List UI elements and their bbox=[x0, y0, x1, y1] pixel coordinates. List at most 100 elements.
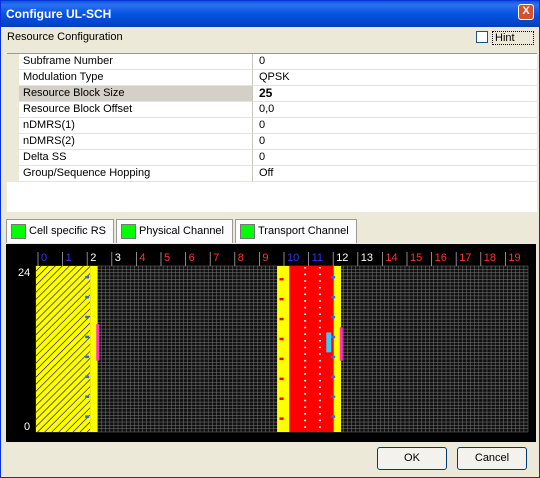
row-gutter bbox=[7, 150, 19, 166]
red-block-dot bbox=[318, 426, 321, 428]
property-row[interactable]: Group/Sequence Hopping Off bbox=[7, 166, 537, 182]
resource-grid-chart: 0 1 2 3 4 5 6 7 8 9 10 11 12 13 14 15 16 17 18 19240 bbox=[18, 252, 529, 433]
red-block-dot bbox=[318, 320, 321, 322]
legend-swatch bbox=[240, 224, 255, 239]
configure-ulsch-dialog: Configure UL-SCH X Resource Configuratio… bbox=[0, 0, 540, 478]
red-block-dot bbox=[318, 286, 321, 289]
property-grid: Subframe Number 0 Modulation Type QPSK Resou… bbox=[7, 53, 537, 212]
symbol-label: 10 bbox=[287, 252, 299, 264]
symbol-label: 4 bbox=[139, 252, 145, 264]
row-gutter bbox=[7, 102, 19, 118]
red-block-dot bbox=[304, 386, 307, 389]
red-block-dot bbox=[318, 273, 321, 276]
property-name: Subframe Number bbox=[19, 54, 253, 70]
ref-signal-marker bbox=[279, 337, 284, 341]
red-block-dot bbox=[318, 379, 321, 382]
cancel-button[interactable]: Cancel bbox=[457, 447, 527, 470]
property-row[interactable]: nDMRS(1) 0 bbox=[7, 118, 537, 134]
red-block-dot bbox=[318, 366, 321, 369]
ok-button[interactable]: OK bbox=[377, 447, 447, 470]
close-button[interactable]: X bbox=[518, 4, 534, 20]
property-row[interactable]: Subframe Number 0 bbox=[7, 54, 537, 70]
legend-tab[interactable]: Cell specific RS bbox=[6, 219, 114, 243]
property-name: nDMRS(1) bbox=[19, 118, 253, 134]
ref-signal-marker bbox=[279, 397, 284, 400]
cyan-marker bbox=[326, 332, 332, 353]
property-row[interactable]: Resource Block Size 25 bbox=[7, 86, 537, 102]
symbol-label: 16 bbox=[435, 252, 447, 264]
property-value[interactable]: QPSK bbox=[253, 70, 537, 86]
symbol-label: 2 bbox=[90, 252, 96, 264]
red-block-dot bbox=[304, 293, 307, 296]
red-block-dot bbox=[318, 326, 321, 329]
property-name: Delta SS bbox=[19, 150, 253, 166]
red-block-dot bbox=[304, 406, 307, 408]
red-block-dot bbox=[318, 346, 321, 349]
red-block-dot bbox=[318, 280, 321, 282]
red-block-dot bbox=[304, 413, 307, 415]
red-block-dot bbox=[304, 333, 307, 335]
title-bar[interactable]: Configure UL-SCH X bbox=[1, 1, 539, 27]
close-icon: X bbox=[522, 5, 530, 17]
ref-signal-marker bbox=[85, 275, 90, 279]
property-row[interactable]: nDMRS(2) 0 bbox=[7, 134, 537, 150]
symbol-label: 5 bbox=[164, 252, 170, 264]
hint-checkbox-box[interactable] bbox=[476, 31, 488, 43]
ref-signal-marker bbox=[85, 355, 90, 359]
hatched-region bbox=[36, 266, 91, 432]
red-block-dot bbox=[304, 340, 307, 342]
property-value[interactable]: 0 bbox=[253, 134, 537, 150]
red-block-dot bbox=[304, 273, 307, 276]
property-row[interactable]: Resource Block Offset 0,0 bbox=[7, 102, 537, 118]
red-block-dot bbox=[304, 373, 307, 375]
property-name: Group/Sequence Hopping bbox=[19, 166, 253, 182]
red-block-dot bbox=[304, 393, 307, 395]
property-value[interactable]: Off bbox=[253, 166, 537, 182]
y-axis-bottom-label: 0 bbox=[24, 421, 30, 433]
red-block-dot bbox=[318, 399, 321, 402]
resource-configuration-header: Resource Configuration Hint bbox=[1, 27, 539, 49]
property-value[interactable]: 0 bbox=[253, 54, 537, 70]
row-gutter bbox=[7, 166, 19, 182]
symbol-label: 12 bbox=[336, 252, 348, 264]
symbol-label: 11 bbox=[312, 252, 323, 264]
symbol-label: 8 bbox=[238, 252, 244, 264]
window-title: Configure UL-SCH bbox=[6, 7, 112, 21]
ref-signal-marker bbox=[279, 317, 284, 321]
ref-signal-marker bbox=[279, 297, 284, 301]
red-block-dot bbox=[318, 306, 321, 309]
red-block-dot bbox=[318, 386, 321, 389]
red-block-dot bbox=[304, 320, 307, 322]
ref-signal-marker bbox=[331, 275, 336, 279]
red-block-dot bbox=[304, 267, 307, 269]
ref-signal-marker bbox=[279, 417, 284, 420]
property-value[interactable]: 0 bbox=[253, 118, 537, 134]
red-block-dot bbox=[318, 293, 321, 296]
legend-tab[interactable]: Transport Channel bbox=[235, 219, 357, 243]
ref-signal-marker bbox=[279, 277, 284, 281]
ref-signal-marker bbox=[331, 315, 336, 319]
property-value[interactable]: 25 bbox=[253, 86, 537, 102]
row-gutter bbox=[7, 86, 19, 102]
symbol-label: 15 bbox=[410, 252, 422, 264]
property-row[interactable]: Delta SS 0 bbox=[7, 150, 537, 166]
symbol-label: 7 bbox=[213, 252, 219, 264]
property-value[interactable]: 0 bbox=[253, 150, 537, 166]
red-block-dot bbox=[304, 313, 307, 315]
symbol-label: 0 bbox=[41, 252, 47, 264]
red-block-dot bbox=[304, 306, 307, 309]
symbol-label: 3 bbox=[115, 252, 121, 264]
y-axis-top-label: 24 bbox=[18, 267, 30, 279]
red-block-dot bbox=[318, 353, 321, 355]
ref-signal-marker bbox=[331, 355, 336, 359]
red-block-dot bbox=[304, 300, 307, 302]
legend-tab[interactable]: Physical Channel bbox=[116, 219, 233, 243]
property-value[interactable]: 0,0 bbox=[253, 102, 537, 118]
red-block-dot bbox=[318, 359, 321, 362]
red-block-dot bbox=[318, 267, 321, 269]
property-row[interactable]: Modulation Type QPSK bbox=[7, 70, 537, 86]
ref-signal-marker bbox=[279, 377, 284, 381]
ref-signal-marker bbox=[85, 395, 90, 398]
ref-signal-marker bbox=[331, 295, 336, 299]
yellow-column bbox=[277, 266, 290, 432]
